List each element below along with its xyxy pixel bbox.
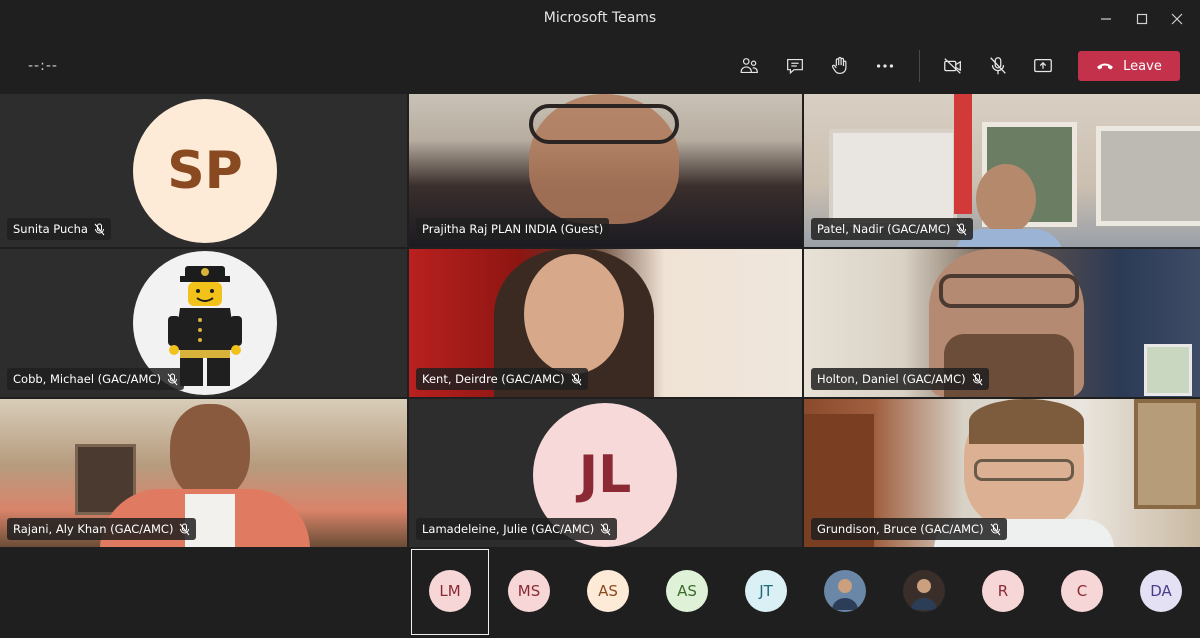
strip-participant-initials: LM <box>439 582 461 600</box>
participant-video <box>170 404 250 499</box>
strip-participant-avatar[interactable]: R <box>982 570 1024 612</box>
meeting-toolbar: --:-- Leave <box>0 38 1200 94</box>
mic-muted-icon <box>179 523 190 536</box>
participant-name: Cobb, Michael (GAC/AMC) <box>13 372 161 386</box>
participant-name-tag: Sunita Pucha <box>7 218 111 240</box>
window-shape <box>1134 399 1200 509</box>
participant-name-tag: Lamadeleine, Julie (GAC/AMC) <box>416 518 618 540</box>
wall-picture <box>1144 344 1192 396</box>
toolbar-divider <box>919 50 920 82</box>
participant-tile[interactable]: Patel, Nadir (GAC/AMC) <box>804 94 1200 247</box>
participant-video <box>524 254 624 374</box>
mic-muted-icon <box>956 223 967 236</box>
participant-name-tag: Cobb, Michael (GAC/AMC) <box>7 368 184 390</box>
participant-video <box>976 164 1036 234</box>
more-options-button[interactable] <box>871 52 899 80</box>
participant-tile[interactable]: JL Lamadeleine, Julie (GAC/AMC) <box>409 399 802 547</box>
participant-name: Prajitha Raj PLAN INDIA (Guest) <box>422 222 604 236</box>
chat-button[interactable] <box>781 52 809 80</box>
strip-participant-initials: AS <box>598 582 618 600</box>
maximize-icon <box>1136 13 1148 25</box>
strip-participant-initials: DA <box>1150 582 1172 600</box>
strip-participant-avatar[interactable]: C <box>1061 570 1103 612</box>
mic-muted-icon <box>167 373 178 386</box>
share-screen-button[interactable] <box>1029 52 1057 80</box>
more-options-icon <box>876 64 894 68</box>
participant-name: Grundison, Bruce (GAC/AMC) <box>817 522 984 536</box>
participant-name-tag: Prajitha Raj PLAN INDIA (Guest) <box>416 218 610 240</box>
participant-tile[interactable]: Cobb, Michael (GAC/AMC) <box>0 249 407 397</box>
video-grid: SP Sunita Pucha Prajitha Raj PLAN INDIA … <box>0 94 1200 547</box>
participant-name-tag: Rajani, Aly Khan (GAC/AMC) <box>7 518 197 540</box>
wall-picture <box>1096 126 1200 226</box>
participants-icon <box>740 58 758 74</box>
mic-off-icon <box>990 57 1006 75</box>
avatar: SP <box>133 99 277 243</box>
close-icon <box>1171 13 1183 25</box>
strip-participant-avatar[interactable]: MS <box>508 570 550 612</box>
participant-name-tag: Holton, Daniel (GAC/AMC) <box>811 368 989 390</box>
glasses-shape <box>529 104 679 144</box>
strip-participant-avatar[interactable]: LM <box>429 570 471 612</box>
hair-shape <box>969 399 1084 444</box>
title-bar: Microsoft Teams <box>0 0 1200 39</box>
participant-name: Lamadeleine, Julie (GAC/AMC) <box>422 522 595 536</box>
wall-picture <box>829 129 957 227</box>
minimize-button[interactable] <box>1095 8 1117 30</box>
mic-muted-icon <box>571 373 582 386</box>
participants-button[interactable] <box>735 52 763 80</box>
raise-hand-button[interactable] <box>826 52 854 80</box>
close-button[interactable] <box>1166 8 1188 30</box>
camera-toggle-button[interactable] <box>939 52 967 80</box>
camera-off-icon <box>944 58 961 74</box>
raise-hand-icon <box>831 56 847 74</box>
minimize-icon <box>1101 18 1111 20</box>
share-screen-icon <box>1034 58 1052 73</box>
strip-participant-avatar[interactable]: JT <box>745 570 787 612</box>
participant-tile[interactable]: Prajitha Raj PLAN INDIA (Guest) <box>409 94 802 247</box>
strip-participant-avatar[interactable]: DA <box>1140 570 1182 612</box>
participant-photo-icon <box>911 579 937 610</box>
strip-participant-avatar[interactable] <box>903 570 945 612</box>
strip-participant-initials: MS <box>517 582 541 600</box>
mic-muted-icon <box>600 523 611 536</box>
participant-name: Kent, Deirdre (GAC/AMC) <box>422 372 565 386</box>
participant-tile[interactable]: Kent, Deirdre (GAC/AMC) <box>409 249 802 397</box>
participant-strip: LM MS AS AS JT R C DA <box>0 547 1200 638</box>
participant-tile[interactable]: Grundison, Bruce (GAC/AMC) <box>804 399 1200 547</box>
strip-participant-avatar[interactable]: AS <box>666 570 708 612</box>
participant-tile[interactable]: Holton, Daniel (GAC/AMC) <box>804 249 1200 397</box>
participant-name: Rajani, Aly Khan (GAC/AMC) <box>13 522 174 536</box>
leave-label: Leave <box>1123 58 1162 74</box>
strip-participant-initials: R <box>997 582 1009 600</box>
call-timer: --:-- <box>28 58 58 74</box>
strip-participant-initials: AS <box>677 582 697 600</box>
maximize-button[interactable] <box>1131 8 1153 30</box>
participant-photo-icon <box>832 579 858 610</box>
chat-icon <box>787 58 803 75</box>
strip-participant-initials: C <box>1076 582 1088 600</box>
hang-up-icon <box>1097 63 1114 70</box>
participant-name: Holton, Daniel (GAC/AMC) <box>817 372 966 386</box>
mic-muted-icon <box>972 373 983 386</box>
mic-muted-icon <box>94 223 105 236</box>
window-title: Microsoft Teams <box>543 10 657 26</box>
strip-participant-avatar[interactable] <box>824 570 866 612</box>
participant-name-tag: Kent, Deirdre (GAC/AMC) <box>416 368 588 390</box>
strip-participant-initials: JT <box>759 582 773 600</box>
mic-muted-icon <box>990 523 1001 536</box>
participant-tile[interactable]: SP Sunita Pucha <box>0 94 407 247</box>
glasses-shape <box>939 274 1079 308</box>
participant-name-tag: Patel, Nadir (GAC/AMC) <box>811 218 974 240</box>
participant-name-tag: Grundison, Bruce (GAC/AMC) <box>811 518 1007 540</box>
participant-name: Patel, Nadir (GAC/AMC) <box>817 222 951 236</box>
flag-shape <box>954 94 972 214</box>
leave-button[interactable]: Leave <box>1078 51 1180 81</box>
participant-name: Sunita Pucha <box>13 222 88 236</box>
glasses-shape <box>974 459 1074 481</box>
strip-participant-avatar[interactable]: AS <box>587 570 629 612</box>
participant-tile[interactable]: Rajani, Aly Khan (GAC/AMC) <box>0 399 407 547</box>
mic-toggle-button[interactable] <box>984 52 1012 80</box>
